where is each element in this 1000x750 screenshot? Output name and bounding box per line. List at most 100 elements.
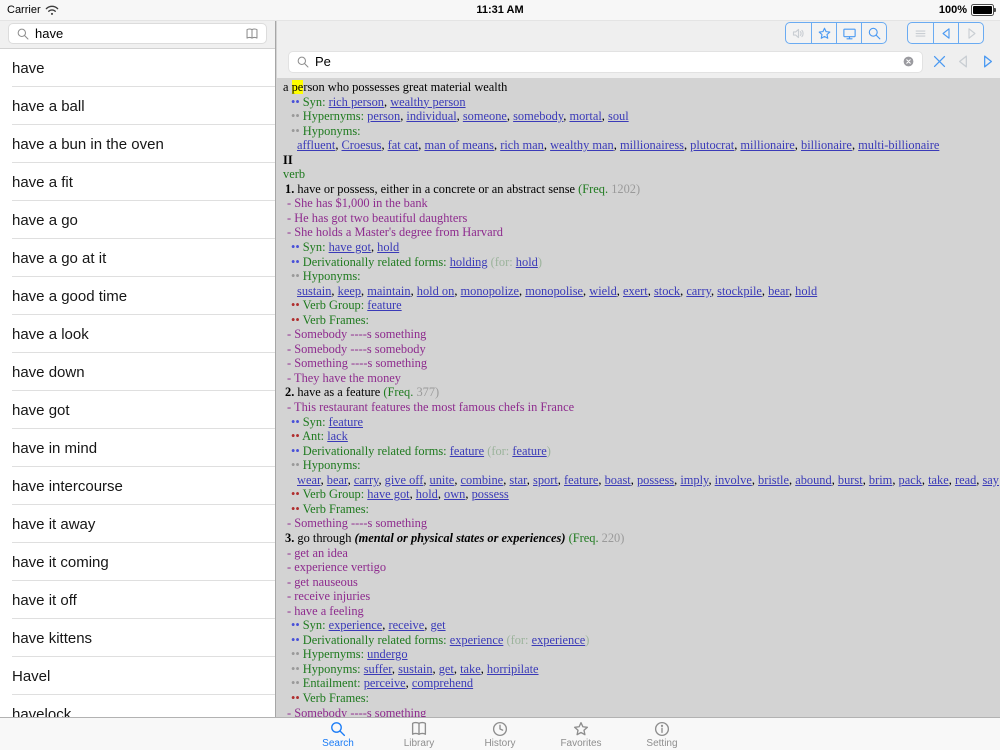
word-link[interactable]: experience — [450, 633, 504, 647]
word-link[interactable]: say — [982, 473, 999, 487]
word-link[interactable]: have got — [329, 240, 371, 254]
word-link[interactable]: possess — [637, 473, 674, 487]
list-item[interactable]: have got — [0, 391, 275, 429]
word-link[interactable]: feature — [512, 444, 546, 458]
list-item[interactable]: have a go — [0, 201, 275, 239]
word-link[interactable]: hold on — [417, 284, 455, 298]
word-link[interactable]: possess — [472, 487, 509, 501]
list-item[interactable]: Havel — [0, 657, 275, 695]
word-link[interactable]: bear — [327, 473, 348, 487]
tab-library[interactable]: Library — [379, 718, 460, 750]
word-link[interactable]: undergo — [367, 647, 407, 661]
word-link[interactable]: billionaire — [801, 138, 852, 152]
list-item[interactable]: have kittens — [0, 619, 275, 657]
word-link[interactable]: fat cat — [388, 138, 419, 152]
list-item[interactable]: have it coming — [0, 543, 275, 581]
word-link[interactable]: bear — [768, 284, 789, 298]
word-link[interactable]: wealthy person — [390, 95, 465, 109]
word-link[interactable]: suffer — [364, 662, 392, 676]
word-link[interactable]: unite — [430, 473, 455, 487]
word-link[interactable]: perceive — [364, 676, 406, 690]
book-icon[interactable] — [245, 27, 259, 41]
word-link[interactable]: stockpile — [717, 284, 762, 298]
in-page-search-field[interactable] — [288, 50, 923, 73]
word-link[interactable]: wealthy man — [550, 138, 614, 152]
word-link[interactable]: feature — [329, 415, 363, 429]
word-link[interactable]: individual — [406, 109, 456, 123]
word-link[interactable]: star — [509, 473, 526, 487]
word-link[interactable]: plutocrat — [690, 138, 734, 152]
word-link[interactable]: experience — [532, 633, 586, 647]
list-item[interactable]: have a ball — [0, 87, 275, 125]
word-link[interactable]: imply — [680, 473, 708, 487]
find-button[interactable] — [861, 23, 886, 43]
word-link[interactable]: boast — [605, 473, 631, 487]
word-link[interactable]: read — [955, 473, 976, 487]
word-link[interactable]: person — [367, 109, 400, 123]
word-link[interactable]: get — [430, 618, 445, 632]
word-link[interactable]: rich person — [329, 95, 384, 109]
word-link[interactable]: take — [928, 473, 949, 487]
word-link[interactable]: affluent — [297, 138, 335, 152]
word-link[interactable]: pack — [899, 473, 922, 487]
clear-icon[interactable] — [902, 55, 915, 68]
list-item[interactable]: have a look — [0, 315, 275, 353]
list-item[interactable]: have down — [0, 353, 275, 391]
word-link[interactable]: someone — [463, 109, 507, 123]
list-item[interactable]: have a bun in the oven — [0, 125, 275, 163]
tab-favorites[interactable]: Favorites — [541, 718, 622, 750]
word-link[interactable]: own — [444, 487, 465, 501]
word-link[interactable]: involve — [715, 473, 752, 487]
word-link[interactable]: hold — [416, 487, 438, 501]
list-item[interactable]: have a fit — [0, 163, 275, 201]
list-item[interactable]: have it off — [0, 581, 275, 619]
favorite-button[interactable] — [811, 23, 836, 43]
next-match-button[interactable] — [978, 53, 996, 71]
list-item[interactable]: have a go at it — [0, 239, 275, 277]
sidebar-search-input[interactable] — [35, 26, 240, 41]
word-link[interactable]: give off — [385, 473, 424, 487]
tab-setting[interactable]: Setting — [622, 718, 703, 750]
sidebar-search-field[interactable] — [8, 23, 267, 44]
word-link[interactable]: millionaire — [740, 138, 794, 152]
word-link[interactable]: feature — [450, 444, 484, 458]
in-page-search-input[interactable] — [315, 54, 897, 69]
list-item[interactable]: have intercourse — [0, 467, 275, 505]
word-link[interactable]: experience — [329, 618, 383, 632]
word-link[interactable]: maintain — [367, 284, 410, 298]
word-link[interactable]: bristle — [758, 473, 789, 487]
word-link[interactable]: take — [460, 662, 481, 676]
word-link[interactable]: wield — [589, 284, 617, 298]
word-link[interactable]: hold — [516, 255, 538, 269]
word-link[interactable]: multi-billionaire — [858, 138, 939, 152]
word-link[interactable]: mortal — [569, 109, 601, 123]
word-link[interactable]: get — [439, 662, 454, 676]
word-link[interactable]: horripilate — [487, 662, 539, 676]
word-link[interactable]: carry — [686, 284, 711, 298]
word-link[interactable]: holding — [450, 255, 488, 269]
word-link[interactable]: monopolise — [525, 284, 583, 298]
word-link[interactable]: hold — [795, 284, 817, 298]
list-item[interactable]: have — [0, 49, 275, 87]
word-link[interactable]: keep — [338, 284, 361, 298]
word-link[interactable]: carry — [354, 473, 379, 487]
word-link[interactable]: lack — [327, 429, 348, 443]
list-item[interactable]: have it away — [0, 505, 275, 543]
word-link[interactable]: receive — [388, 618, 424, 632]
word-link[interactable]: somebody — [513, 109, 563, 123]
word-link[interactable]: abound — [795, 473, 831, 487]
word-link[interactable]: sustain — [297, 284, 331, 298]
display-button[interactable] — [836, 23, 861, 43]
word-link[interactable]: wear — [297, 473, 321, 487]
word-link[interactable]: have got — [367, 487, 409, 501]
word-link[interactable]: monopolize — [461, 284, 520, 298]
word-link[interactable]: rich man — [500, 138, 544, 152]
word-link[interactable]: combine — [461, 473, 504, 487]
back-button[interactable] — [933, 23, 958, 43]
word-link[interactable]: exert — [623, 284, 648, 298]
word-link[interactable]: comprehend — [412, 676, 473, 690]
word-link[interactable]: Croesus — [342, 138, 382, 152]
word-link[interactable]: hold — [377, 240, 399, 254]
word-link[interactable]: burst — [838, 473, 863, 487]
word-link[interactable]: feature — [564, 473, 598, 487]
